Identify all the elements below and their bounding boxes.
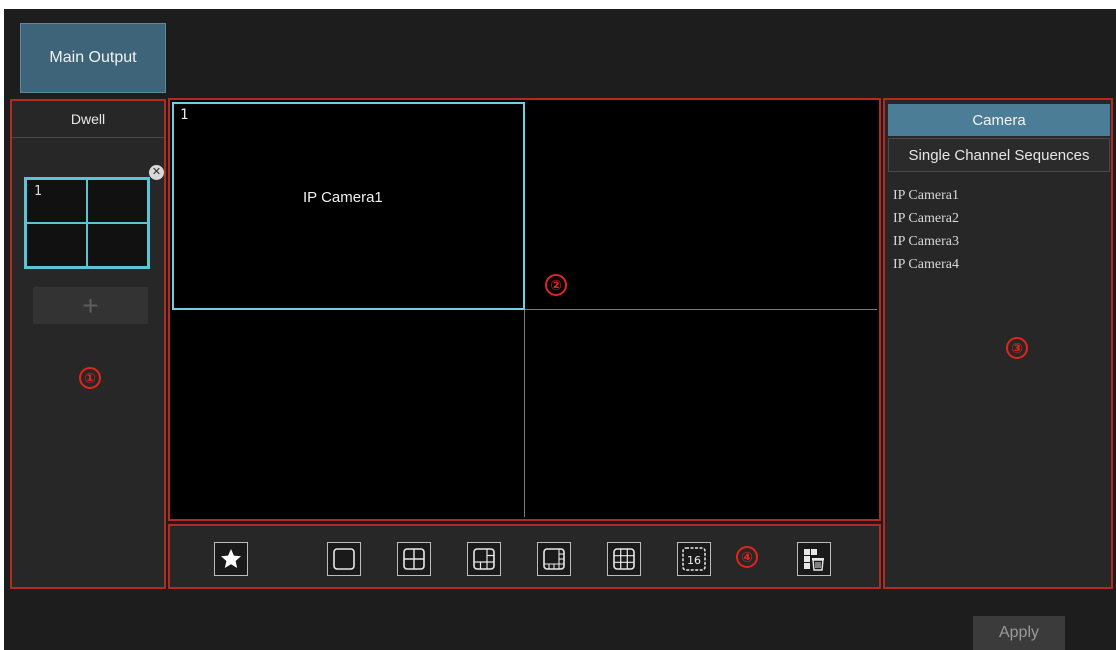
thumb-cell: [87, 179, 148, 223]
camera-list-item[interactable]: IP Camera1: [893, 184, 959, 207]
annotation-marker-4: ④: [736, 546, 758, 568]
layout-toolbar: 16 ④: [168, 524, 881, 589]
dwell-layout-thumbnail[interactable]: 1: [24, 177, 150, 269]
layout-16-label: 16: [687, 554, 701, 567]
app-window: Main Output Dwell 1 ✕ + ① 1 IP Camera1 ②: [4, 9, 1116, 650]
dwell-title: Dwell: [12, 101, 164, 138]
annotation-marker-3: ③: [1006, 337, 1028, 359]
camera-list-item[interactable]: IP Camera3: [893, 230, 959, 253]
camera-list-item[interactable]: IP Camera4: [893, 253, 959, 276]
tab-camera[interactable]: Camera: [888, 104, 1110, 136]
thumb-cell: [26, 223, 87, 267]
video-cell-2[interactable]: [524, 102, 877, 310]
layout-16-icon[interactable]: 16: [677, 542, 711, 576]
apply-button[interactable]: Apply: [973, 616, 1065, 650]
camera-panel: Camera Single Channel Sequences IP Camer…: [883, 98, 1113, 589]
layout-8-icon[interactable]: [537, 542, 571, 576]
tab-single-channel-sequences[interactable]: Single Channel Sequences: [888, 138, 1110, 172]
thumb-cell: [87, 223, 148, 267]
camera-list: IP Camera1 IP Camera2 IP Camera3 IP Came…: [893, 184, 959, 276]
add-dwell-button[interactable]: +: [33, 287, 148, 324]
video-preview-area: 1 IP Camera1 ②: [168, 98, 881, 521]
x-circle-icon[interactable]: ✕: [149, 165, 164, 180]
annotation-marker-1: ①: [79, 367, 101, 389]
thumb-cell-number: 1: [34, 184, 42, 199]
dwell-panel: Dwell 1 ✕ + ①: [10, 99, 166, 589]
video-grid: 1 IP Camera1: [172, 102, 877, 517]
star-icon[interactable]: [214, 542, 248, 576]
video-cell-4[interactable]: [524, 309, 877, 517]
layout-1-icon[interactable]: [327, 542, 361, 576]
video-cell-3[interactable]: [172, 309, 525, 517]
main-output-tab[interactable]: Main Output: [20, 23, 166, 93]
cell-number: 1: [180, 107, 189, 123]
layout-6-icon[interactable]: [467, 542, 501, 576]
annotation-marker-2: ②: [545, 274, 567, 296]
cell-camera-label: IP Camera1: [303, 189, 383, 206]
layout-9-icon[interactable]: [607, 542, 641, 576]
layout-4-icon[interactable]: [397, 542, 431, 576]
camera-list-item[interactable]: IP Camera2: [893, 207, 959, 230]
video-cell-1[interactable]: 1 IP Camera1: [172, 102, 525, 310]
thumb-cell: 1: [26, 179, 87, 223]
clear-layout-icon[interactable]: [797, 542, 831, 576]
